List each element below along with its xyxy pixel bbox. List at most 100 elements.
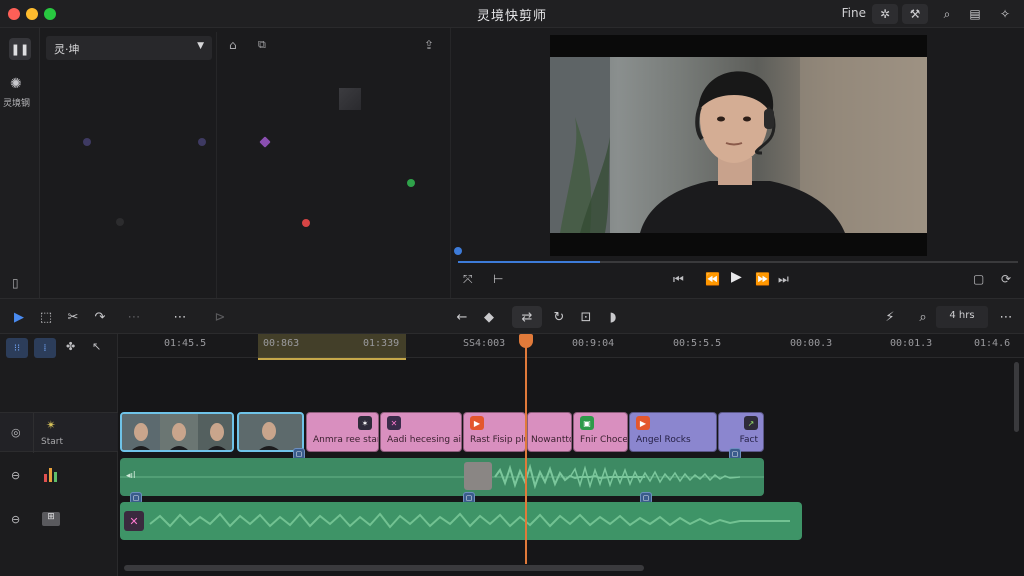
audio-clip-thumbnail[interactable] bbox=[464, 462, 492, 490]
video-clip[interactable]: ✶ Anmra ree start bbox=[306, 412, 379, 452]
search-icon[interactable]: ⌕ bbox=[934, 4, 960, 24]
sparkle-icon[interactable]: ✲ bbox=[872, 4, 898, 24]
split-frame-icon[interactable]: ⊢ bbox=[493, 272, 503, 286]
timeline-ruler[interactable] bbox=[118, 334, 1024, 358]
audio-clip-1[interactable]: ◂ıl bbox=[120, 458, 764, 496]
fullscreen-icon[interactable]: ⟳ bbox=[1001, 272, 1011, 286]
video-clip[interactable]: Nowantto bbox=[527, 412, 572, 452]
clip-effect-badge: ▣ bbox=[580, 416, 594, 430]
media-thumb-dot[interactable] bbox=[83, 138, 91, 146]
share-icon[interactable]: ⇪ bbox=[424, 38, 434, 52]
video-clip-thumbnails[interactable] bbox=[120, 412, 234, 452]
more-options-icon[interactable]: ⋯ bbox=[168, 306, 192, 328]
link-icon[interactable]: ⁞ bbox=[34, 338, 56, 358]
mute-icon[interactable]: ⊖ bbox=[11, 513, 20, 526]
media-thumbnail[interactable] bbox=[339, 88, 361, 110]
redo-icon[interactable]: ↷ bbox=[88, 306, 112, 328]
folder-icon[interactable]: ⌂ bbox=[229, 38, 237, 52]
clip-effect-badge: ▶ bbox=[470, 416, 484, 430]
video-clip[interactable]: ▣ Fnir Choce bbox=[573, 412, 628, 452]
snap-icon[interactable]: ⁝⁝ bbox=[6, 338, 28, 358]
audio-clip-2[interactable] bbox=[120, 502, 802, 540]
skip-to-end-icon[interactable]: ⏭ bbox=[778, 272, 789, 287]
clip-label: Fact bbox=[739, 435, 758, 445]
mute-icon[interactable]: ⊖ bbox=[11, 469, 20, 482]
media-thumb-dot[interactable] bbox=[302, 219, 310, 227]
media-library-icon[interactable]: ❚❚ bbox=[9, 38, 31, 60]
app-title: 灵境快剪师 bbox=[476, 9, 547, 24]
video-clip[interactable]: ▶ Rast Fisip plus bbox=[463, 412, 526, 452]
media-thumb-dot[interactable] bbox=[198, 138, 206, 146]
transform-icon[interactable]: ⊡ bbox=[574, 306, 598, 328]
step-forward-icon[interactable]: ⏩ bbox=[755, 272, 770, 286]
left-rail: ❚❚ ✺ 灵境钢 ▯ bbox=[0, 28, 40, 298]
select-tool-icon[interactable]: ▶ bbox=[7, 306, 31, 328]
eye-icon[interactable]: ◎ bbox=[11, 426, 21, 439]
audio-track-1-header: ⊖ bbox=[0, 456, 118, 496]
clip-effect-badge: ▶ bbox=[636, 416, 650, 430]
clip-effect-badge: ✕ bbox=[387, 416, 401, 430]
preview-scrubber-handle[interactable] bbox=[454, 247, 462, 255]
audio-level-icon bbox=[44, 466, 58, 482]
preview-axis-icon[interactable]: ✤ bbox=[66, 340, 75, 353]
replace-clip-icon[interactable]: ⇄ bbox=[512, 306, 542, 328]
clip-thumbnail-strip bbox=[122, 414, 232, 450]
media-thumb-dot[interactable] bbox=[259, 136, 271, 148]
arrow-left-icon[interactable]: ← bbox=[450, 306, 474, 328]
ruler-tick: 00:5:5.5 bbox=[673, 338, 722, 349]
rotate-icon[interactable]: ↻ bbox=[547, 306, 571, 328]
multi-select-icon[interactable]: ⬚ bbox=[34, 306, 58, 328]
crop-icon[interactable]: ▢ bbox=[973, 272, 984, 286]
keyframe-icon[interactable]: ◆ bbox=[477, 306, 501, 328]
media-thumb-dot[interactable] bbox=[116, 218, 124, 226]
video-preview[interactable] bbox=[550, 35, 927, 256]
timeline-horizontal-scrollbar[interactable] bbox=[124, 565, 644, 571]
video-frame-image bbox=[550, 57, 927, 233]
ruler-tick: 01:339 bbox=[363, 338, 400, 349]
fit-to-screen-icon[interactable]: ⤧ bbox=[463, 272, 473, 287]
ruler-tick: 00:00.3 bbox=[790, 338, 833, 349]
left-rail-label: 灵境钢 bbox=[3, 99, 31, 109]
video-clip-thumbnails[interactable] bbox=[237, 412, 304, 452]
ruler-tick: 00:863 bbox=[263, 338, 300, 349]
media-category-value: 灵·坤 bbox=[54, 43, 80, 56]
skip-to-start-icon[interactable]: ⏮ bbox=[673, 272, 684, 287]
play-icon[interactable]: ▶ bbox=[731, 269, 742, 285]
title-bar: 灵境快剪师 Fine ✲ ⚒ ⌕ ▤ ✧ bbox=[0, 0, 1024, 28]
chevron-down-icon: ▼ bbox=[197, 41, 204, 51]
track-header-divider bbox=[33, 413, 34, 453]
clip-effect-badge: ✶ bbox=[358, 416, 372, 430]
zoom-search-icon[interactable]: ⌕ bbox=[911, 306, 935, 328]
playhead-handle[interactable] bbox=[519, 334, 533, 348]
clip-label: Rast Fisip plus bbox=[470, 435, 525, 445]
split-tool-icon[interactable]: ✂ bbox=[61, 306, 85, 328]
video-clip[interactable]: ✕ Aadi hecesing aint bbox=[380, 412, 462, 452]
auto-edit-icon[interactable]: ⚡ bbox=[878, 306, 902, 328]
layout-icon[interactable]: ▤ bbox=[962, 4, 988, 24]
video-clip[interactable]: ↗ Fact bbox=[718, 412, 764, 452]
cover-icon[interactable]: ✴ bbox=[46, 418, 56, 432]
timeline-more-icon[interactable]: ⋯ bbox=[994, 306, 1018, 328]
media-category-dropdown[interactable]: 灵·坤 ▼ bbox=[46, 36, 212, 60]
audio-icon[interactable]: ◗ bbox=[601, 306, 625, 328]
effects-icon[interactable]: ✺ bbox=[10, 76, 22, 92]
magnet-icon[interactable]: ↖ bbox=[92, 340, 101, 353]
timeline-zoom-value[interactable]: 4 hrs bbox=[936, 306, 988, 328]
clip-label: Aadi hecesing aint bbox=[387, 435, 462, 445]
sparkle-settings-icon[interactable]: ✧ bbox=[992, 4, 1018, 24]
preview-panel: ⤧ ⊢ ⏮ ⏪ ▶ ⏩ ⏭ ▢ ⟳ bbox=[450, 28, 1024, 298]
video-clip[interactable]: ▶ Angel Rocks bbox=[629, 412, 717, 452]
document-icon[interactable]: ▯ bbox=[12, 276, 19, 290]
audio-volume-icon: ◂ıl bbox=[126, 471, 136, 481]
edit-toolbar: ▶ ⬚ ✂ ↷ ⋯ ⋯ ⊳ ← ◆ ⇄ ↻ ⊡ ◗ ⚡ ⌕ 4 hrs ⋯ bbox=[0, 298, 1024, 334]
freeze-icon[interactable]: ⊳ bbox=[208, 306, 232, 328]
clip-label: Anmra ree start bbox=[313, 435, 379, 445]
magic-wand-icon[interactable]: ⚒ bbox=[902, 4, 928, 24]
media-thumb-dot[interactable] bbox=[407, 179, 415, 187]
step-back-icon[interactable]: ⏪ bbox=[705, 272, 720, 286]
audio-effect-badge[interactable]: ✕ bbox=[124, 511, 144, 531]
timeline-vertical-scrollbar[interactable] bbox=[1014, 362, 1019, 432]
ruler-tick: SS4:003 bbox=[463, 338, 506, 349]
import-icon[interactable]: ⧉ bbox=[258, 38, 266, 52]
audio-waveform bbox=[120, 463, 764, 490]
